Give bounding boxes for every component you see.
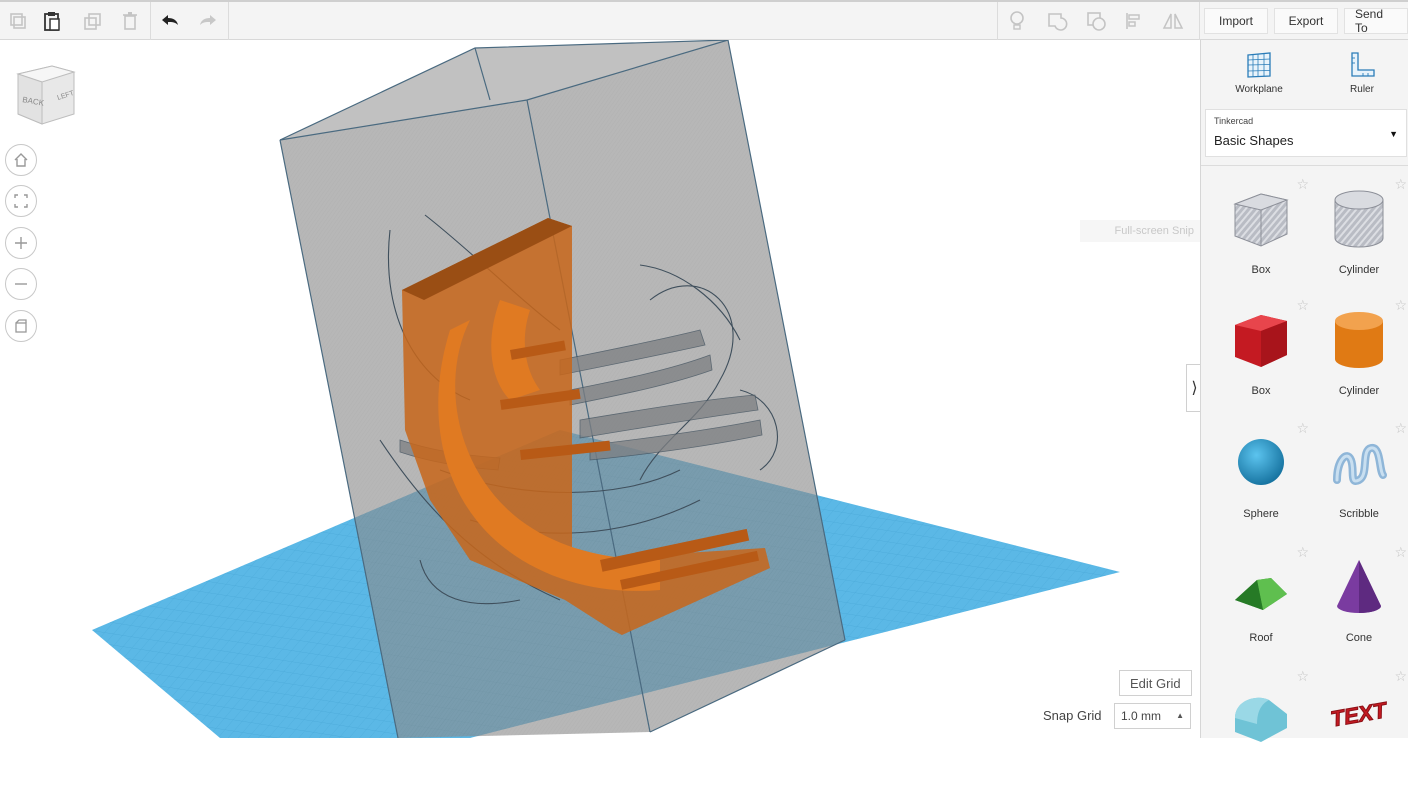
- ghost-tooltip: Full-screen Snip: [1080, 220, 1200, 242]
- view-cube[interactable]: BACK LEFT: [12, 62, 78, 133]
- box-striped-icon: [1233, 193, 1289, 247]
- export-button[interactable]: Export: [1274, 8, 1338, 34]
- shape-cylinder-hole[interactable]: ☆ Cylinder: [1309, 172, 1408, 294]
- shape-sphere[interactable]: ☆ Sphere: [1211, 416, 1311, 538]
- box-red-icon: [1235, 315, 1287, 367]
- favorite-star-icon[interactable]: ☆: [1394, 544, 1407, 561]
- caret-up-icon: ▲: [1176, 711, 1184, 720]
- shape-library-select[interactable]: Tinkercad Basic Shapes ▼: [1205, 109, 1407, 157]
- favorite-star-icon[interactable]: ☆: [1296, 668, 1309, 685]
- edit-grid-button[interactable]: Edit Grid: [1119, 670, 1192, 696]
- library-category: Tinkercad: [1214, 116, 1254, 126]
- roof-icon: [1235, 578, 1287, 610]
- group-icon[interactable]: [1039, 4, 1075, 38]
- mirror-icon[interactable]: [1155, 4, 1191, 38]
- collapse-panel-tab[interactable]: ⟩: [1186, 364, 1200, 412]
- lightbulb-icon[interactable]: [999, 4, 1035, 38]
- shape-box-hole[interactable]: ☆ Box: [1211, 172, 1311, 294]
- shape-text[interactable]: TEXT ☆: [1309, 664, 1408, 786]
- ruler-button[interactable]: Ruler: [1322, 50, 1402, 100]
- scene-render: [92, 40, 1120, 738]
- shape-name: Roof: [1249, 632, 1273, 644]
- favorite-star-icon[interactable]: ☆: [1296, 544, 1309, 561]
- shape-name: Sphere: [1243, 508, 1279, 520]
- scribble-icon: [1333, 444, 1387, 485]
- shape-name: Cylinder: [1338, 264, 1380, 276]
- align-icon[interactable]: [1116, 4, 1152, 38]
- zoom-in-button[interactable]: [5, 227, 37, 259]
- top-toolbar: Import Export Send To: [0, 0, 1408, 40]
- favorite-star-icon[interactable]: ☆: [1394, 668, 1407, 685]
- workplane-label: Workplane: [1235, 84, 1283, 95]
- shape-box[interactable]: ☆ Box: [1211, 293, 1311, 415]
- ungroup-icon[interactable]: [1078, 4, 1114, 38]
- snap-grid-label: Snap Grid: [1043, 708, 1102, 723]
- favorite-star-icon[interactable]: ☆: [1394, 176, 1407, 193]
- copy-icon[interactable]: [0, 4, 36, 38]
- chevron-right-icon: ⟩: [1191, 380, 1198, 397]
- caret-down-icon: ▼: [1389, 129, 1398, 139]
- shape-roof[interactable]: ☆ Roof: [1211, 540, 1311, 662]
- shape-scribble[interactable]: ☆ Scribble: [1309, 416, 1408, 538]
- snap-grid-select[interactable]: 1.0 mm ▲: [1114, 703, 1191, 729]
- text-icon: TEXT: [1329, 697, 1389, 733]
- delete-icon[interactable]: [112, 4, 148, 38]
- 3d-viewport[interactable]: BACK LEFT Full-screen Snip Edit Grid Sna…: [0, 40, 1200, 738]
- round-roof-icon: [1235, 697, 1287, 742]
- sphere-icon: [1238, 439, 1284, 485]
- shape-cone[interactable]: ☆ Cone: [1309, 540, 1408, 662]
- workplane-button[interactable]: Workplane: [1219, 50, 1299, 100]
- redo-icon[interactable]: [190, 4, 226, 38]
- favorite-star-icon[interactable]: ☆: [1296, 420, 1309, 437]
- favorite-star-icon[interactable]: ☆: [1296, 176, 1309, 193]
- right-panel: Workplane Ruler Tinkercad Basic Shapes ▼…: [1200, 40, 1408, 742]
- snap-grid-value: 1.0 mm: [1121, 709, 1162, 723]
- ruler-label: Ruler: [1350, 84, 1374, 95]
- favorite-star-icon[interactable]: ☆: [1394, 297, 1407, 314]
- shape-name: Box: [1251, 264, 1271, 276]
- home-view-button[interactable]: [5, 144, 37, 176]
- duplicate-icon[interactable]: [74, 4, 110, 38]
- svg-text:TEXT: TEXT: [1329, 697, 1389, 732]
- cylinder-striped-icon: [1334, 190, 1384, 248]
- shape-name: Scribble: [1339, 508, 1379, 520]
- undo-icon[interactable]: [152, 4, 188, 38]
- shape-round-roof[interactable]: ☆: [1211, 664, 1311, 786]
- paste-icon[interactable]: [34, 4, 70, 38]
- favorite-star-icon[interactable]: ☆: [1394, 420, 1407, 437]
- shape-name: Cylinder: [1338, 385, 1380, 397]
- library-selected: Basic Shapes: [1214, 133, 1294, 148]
- workplane-icon: [1247, 52, 1271, 78]
- import-button[interactable]: Import: [1204, 8, 1268, 34]
- zoom-out-button[interactable]: [5, 268, 37, 300]
- shape-cylinder[interactable]: ☆ Cylinder: [1309, 293, 1408, 415]
- shape-name: Cone: [1345, 632, 1373, 644]
- cylinder-orange-icon: [1335, 312, 1383, 368]
- ruler-icon: [1351, 52, 1375, 77]
- perspective-button[interactable]: [5, 310, 37, 342]
- shape-name: Box: [1251, 385, 1271, 397]
- favorite-star-icon[interactable]: ☆: [1296, 297, 1309, 314]
- send-to-button[interactable]: Send To: [1344, 7, 1408, 35]
- fit-view-button[interactable]: [5, 185, 37, 217]
- cone-icon: [1337, 560, 1381, 613]
